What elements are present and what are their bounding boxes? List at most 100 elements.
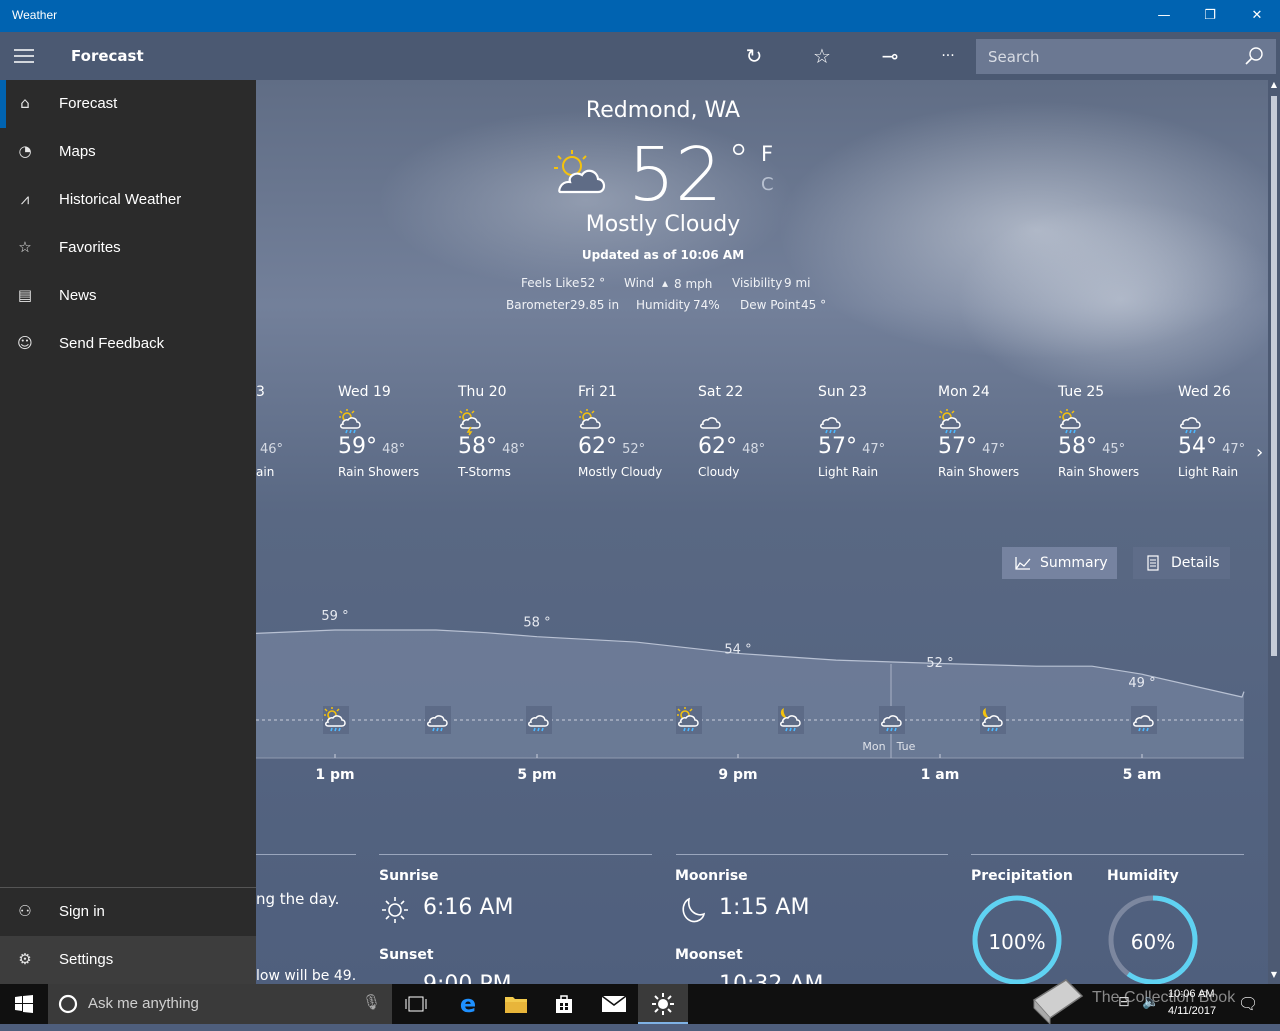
summary-view-button[interactable]: Summary bbox=[1002, 547, 1117, 579]
unit-fahrenheit-toggle[interactable]: F bbox=[761, 142, 773, 166]
cloud-icon bbox=[698, 408, 816, 434]
hourly-temp-label: 49 ° bbox=[1128, 676, 1155, 691]
nav-item-sign-in[interactable]: ⚇ Sign in bbox=[0, 888, 256, 936]
nav-label: Sign in bbox=[59, 903, 105, 920]
volume-icon[interactable]: 🔈 bbox=[1142, 994, 1159, 1010]
day-forecast-1[interactable]: Wed 19 59° 48° Rain Showers bbox=[338, 384, 456, 479]
scrollbar-thumb[interactable] bbox=[1271, 96, 1277, 656]
search-input[interactable]: Search bbox=[976, 39, 1276, 74]
day-condition: Cloudy bbox=[698, 465, 740, 479]
hourly-temp-label: 54 ° bbox=[724, 643, 751, 658]
next-days-arrow-icon[interactable]: › bbox=[1256, 442, 1263, 463]
smiley-icon: ☺ bbox=[17, 334, 33, 352]
nav-label: Historical Weather bbox=[59, 191, 182, 208]
humidity-ring-value: 60% bbox=[1130, 930, 1176, 954]
task-view-icon bbox=[405, 996, 427, 1012]
close-button[interactable]: ✕ bbox=[1234, 0, 1280, 32]
cortana-search-box[interactable]: Ask me anything 🎙 bbox=[48, 984, 392, 1024]
book-logo-watermark bbox=[1030, 970, 1086, 1026]
visibility-value: 9 mi bbox=[784, 276, 811, 290]
microphone-icon[interactable]: 🎙 bbox=[362, 993, 381, 1011]
day-forecast-8[interactable]: Wed 26 54° 47° Light Rain bbox=[1178, 384, 1268, 479]
sun-cloud-icon bbox=[554, 150, 606, 194]
hourly-time-label: 1 pm bbox=[315, 767, 354, 783]
moonrise-icon bbox=[682, 897, 706, 923]
day-forecast-2[interactable]: Thu 20 58° 48° T-Storms bbox=[458, 384, 576, 479]
hamburger-menu-button[interactable] bbox=[0, 32, 48, 80]
sun-rain-icon bbox=[938, 408, 1056, 434]
weather-taskbar-icon[interactable] bbox=[638, 984, 688, 1024]
none-icon bbox=[256, 408, 336, 434]
window-title: Weather bbox=[12, 8, 58, 22]
store-taskbar-icon[interactable] bbox=[540, 984, 588, 1024]
mail-taskbar-icon[interactable] bbox=[590, 984, 638, 1024]
nav-item-settings[interactable]: ⚙ Settings bbox=[0, 936, 256, 984]
action-center-icon[interactable]: 🗨 bbox=[1238, 994, 1258, 1013]
scroll-up-arrow[interactable]: ▲ bbox=[1270, 80, 1278, 92]
refresh-button[interactable]: ↻ bbox=[730, 32, 778, 80]
updated-time: Updated as of 10:06 AM bbox=[581, 248, 745, 262]
sun-icon bbox=[652, 993, 674, 1015]
edge-taskbar-icon[interactable]: e bbox=[444, 984, 492, 1024]
day-forecast-5[interactable]: Sun 23 57° 47° Light Rain bbox=[818, 384, 936, 479]
scrollbar[interactable]: ▲ ▼ bbox=[1268, 80, 1280, 984]
rain-icon bbox=[425, 706, 451, 734]
scroll-down-arrow[interactable]: ▼ bbox=[1270, 970, 1278, 982]
clock-date[interactable]: 4/11/2017 bbox=[1168, 1005, 1216, 1017]
summary-text-fragment-2: low will be 49. bbox=[256, 968, 357, 984]
sun-rain-icon bbox=[1058, 408, 1176, 434]
nav-item-favorites[interactable]: ☆ Favorites bbox=[0, 224, 256, 272]
day-condition: Rain Showers bbox=[938, 465, 1020, 479]
current-temperature: 52 ° bbox=[628, 132, 750, 218]
day-forecast-6[interactable]: Mon 24 57° 47° Rain Showers bbox=[938, 384, 1056, 479]
day-boundary-label: Tue bbox=[896, 740, 916, 753]
minimize-button[interactable]: — bbox=[1141, 0, 1187, 32]
day-forecast-7[interactable]: Tue 25 58° 45° Rain Showers bbox=[1058, 384, 1176, 479]
pin-button[interactable]: ⊸ bbox=[866, 32, 914, 80]
taskbar: Ask me anything 🎙 e The Collection Book … bbox=[0, 979, 1280, 1026]
cortana-icon bbox=[58, 994, 78, 1014]
day-condition: Rain Showers bbox=[1058, 465, 1140, 479]
pin-icon: ⊸ bbox=[881, 44, 899, 68]
rain-icon bbox=[879, 706, 905, 734]
feels-like-value: 52 ° bbox=[580, 276, 606, 290]
sunset-label: Sunset bbox=[379, 947, 434, 963]
file-explorer-taskbar-icon[interactable] bbox=[492, 984, 540, 1024]
task-view-button[interactable] bbox=[392, 984, 440, 1024]
chart-icon: ⩘ bbox=[20, 190, 30, 208]
unit-celsius-toggle[interactable]: C bbox=[761, 174, 774, 195]
line-chart-icon bbox=[1015, 557, 1031, 570]
hourly-temp-label: 52 ° bbox=[926, 656, 953, 671]
favorite-button[interactable]: ☆ bbox=[798, 32, 846, 80]
nav-item-forecast[interactable]: ⌂ Forecast bbox=[0, 80, 256, 128]
nav-item-maps[interactable]: ◔ Maps bbox=[0, 128, 256, 176]
hourly-temp-label: 58 ° bbox=[523, 616, 550, 631]
day-low: 47° bbox=[862, 442, 886, 457]
network-icon[interactable]: ⊟ bbox=[1118, 994, 1130, 1010]
day-low: 48° bbox=[502, 442, 526, 457]
current-condition: Mostly Cloudy bbox=[585, 212, 741, 237]
sun-rain-icon bbox=[338, 408, 456, 434]
sunset-time: 9:00 PM bbox=[423, 972, 512, 984]
day-low: 46° bbox=[260, 442, 284, 457]
hourly-time-label: 9 pm bbox=[718, 767, 757, 783]
restore-button[interactable]: ❐ bbox=[1187, 0, 1233, 32]
sun-rain-icon bbox=[676, 706, 702, 734]
clock-time[interactable]: 10:06 AM bbox=[1168, 988, 1214, 1000]
search-icon bbox=[1245, 47, 1263, 65]
nav-item-news[interactable]: ▤ News bbox=[0, 272, 256, 320]
barometer-label: Barometer bbox=[506, 298, 570, 312]
day-condition: T-Storms bbox=[458, 465, 511, 479]
nav-item-send-feedback[interactable]: ☺ Send Feedback bbox=[0, 320, 256, 368]
nav-item-historical-weather[interactable]: ⩘ Historical Weather bbox=[0, 176, 256, 224]
start-button[interactable] bbox=[0, 984, 48, 1024]
day-forecast-0[interactable]: 3 46° ain bbox=[256, 384, 336, 479]
day-forecast-4[interactable]: Sat 22 62° 48° Cloudy bbox=[698, 384, 816, 479]
day-forecast-3[interactable]: Fri 21 62° 52° Mostly Cloudy bbox=[578, 384, 696, 479]
details-view-button[interactable]: Details bbox=[1133, 547, 1230, 579]
section-divider bbox=[971, 854, 1244, 855]
summary-text-fragment: ng the day. bbox=[256, 890, 340, 908]
humidity-ring-label: Humidity bbox=[1107, 868, 1179, 884]
list-icon bbox=[1147, 555, 1159, 571]
more-button[interactable]: ··· bbox=[924, 32, 972, 80]
